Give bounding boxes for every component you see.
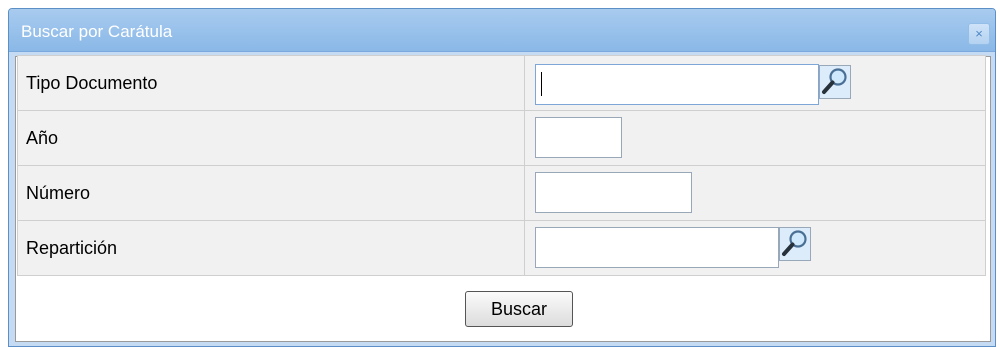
text-caret bbox=[541, 72, 542, 96]
row-tipo-documento: Tipo Documento bbox=[17, 55, 986, 111]
reparticion-input[interactable] bbox=[535, 227, 779, 268]
tipo-documento-label: Tipo Documento bbox=[17, 55, 525, 111]
search-form: Tipo Documento Año Número Repartición bbox=[17, 55, 986, 276]
search-button[interactable]: Buscar bbox=[465, 291, 573, 327]
dialog-titlebar[interactable]: Buscar por Carátula × bbox=[9, 9, 995, 52]
dialog-title: Buscar por Carátula bbox=[21, 22, 173, 41]
ano-label: Año bbox=[17, 110, 525, 166]
row-reparticion: Repartición bbox=[17, 220, 986, 276]
numero-input[interactable] bbox=[535, 172, 692, 213]
close-icon[interactable]: × bbox=[968, 23, 990, 45]
tipo-documento-input[interactable] bbox=[535, 64, 819, 105]
row-numero: Número bbox=[17, 165, 986, 221]
magnifier-icon[interactable] bbox=[819, 65, 851, 99]
form-footer: Buscar bbox=[17, 285, 986, 337]
magnifier-icon[interactable] bbox=[779, 227, 811, 261]
row-ano: Año bbox=[17, 110, 986, 166]
ano-input[interactable] bbox=[535, 117, 622, 158]
numero-label: Número bbox=[17, 165, 525, 221]
reparticion-label: Repartición bbox=[17, 220, 525, 276]
